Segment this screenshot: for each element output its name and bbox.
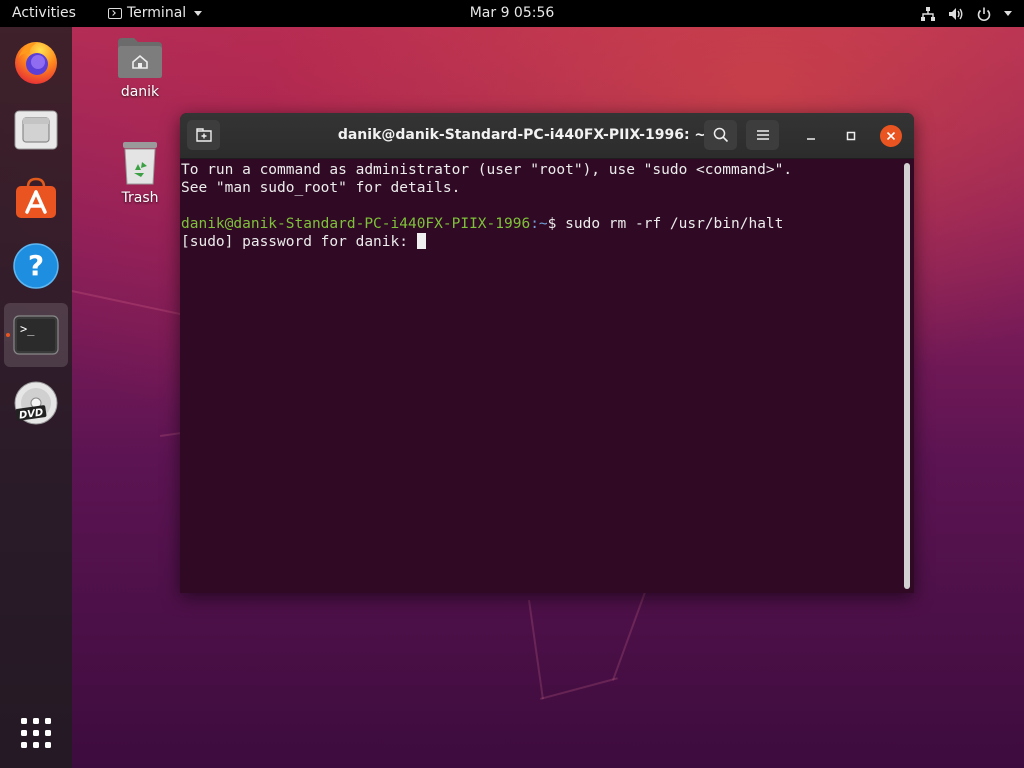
wallpaper-line xyxy=(528,600,544,700)
app-grid-icon xyxy=(21,718,51,748)
command-line: danik@danik-Standard-PC-i440FX-PIIX-1996… xyxy=(181,215,902,233)
minimize-button[interactable] xyxy=(800,125,822,147)
prompt-path: :~ xyxy=(530,216,548,232)
search-icon xyxy=(713,127,728,143)
output-line: To run a command as administrator (user … xyxy=(181,162,793,178)
scrollbar-thumb[interactable] xyxy=(904,163,910,589)
dvd-icon: DVD xyxy=(14,381,58,425)
dock: ? >_ DVD xyxy=(0,27,72,768)
dock-item-files[interactable] xyxy=(4,98,68,162)
running-indicator xyxy=(6,333,10,337)
scrollbar[interactable] xyxy=(903,163,911,589)
password-line: [sudo] password for danik: xyxy=(181,233,902,251)
home-folder-label: danik xyxy=(120,84,160,100)
wallpaper-line xyxy=(540,677,618,700)
text-cursor xyxy=(416,233,426,249)
show-applications-button[interactable] xyxy=(18,715,54,751)
typed-command: sudo rm -rf /usr/bin/halt xyxy=(565,216,784,232)
trash-label: Trash xyxy=(121,190,159,206)
dock-item-ubuntu-software[interactable] xyxy=(4,166,68,230)
volume-icon xyxy=(949,7,963,20)
clock[interactable]: Mar 9 05:56 xyxy=(470,5,555,21)
app-menu[interactable]: Terminal xyxy=(108,0,203,27)
software-store-icon xyxy=(16,177,56,218)
dock-item-firefox[interactable] xyxy=(4,30,68,94)
home-folder-icon xyxy=(118,38,162,78)
activities-button[interactable]: Activities xyxy=(12,0,76,27)
files-icon xyxy=(14,110,58,150)
power-icon xyxy=(977,7,991,21)
close-button[interactable] xyxy=(880,125,902,147)
dock-item-help[interactable]: ? xyxy=(4,234,68,298)
prompt-user-host: danik@danik-Standard-PC-i440FX-PIIX-1996 xyxy=(181,216,531,232)
terminal-output[interactable]: To run a command as administrator (user … xyxy=(180,159,902,593)
chevron-down-icon xyxy=(194,11,203,16)
system-tray[interactable] xyxy=(920,0,1012,27)
output-line: See "man sudo_root" for details. xyxy=(181,180,461,196)
maximize-icon xyxy=(846,131,856,141)
chevron-down-icon xyxy=(1004,11,1012,16)
trash-icon xyxy=(123,142,157,185)
terminal-window[interactable]: danik@danik-Standard-PC-i440FX-PIIX-1996… xyxy=(180,113,914,593)
hamburger-menu-button[interactable] xyxy=(746,120,779,150)
top-bar: Activities Terminal Mar 9 05:56 xyxy=(0,0,1024,27)
minimize-icon xyxy=(807,138,815,140)
svg-text:?: ? xyxy=(28,249,44,282)
close-icon xyxy=(886,131,896,141)
prompt-sign: $ xyxy=(547,216,566,232)
firefox-icon xyxy=(15,42,57,84)
search-button[interactable] xyxy=(704,120,737,150)
dock-item-dvd[interactable]: DVD xyxy=(4,371,68,435)
window-titlebar[interactable]: danik@danik-Standard-PC-i440FX-PIIX-1996… xyxy=(180,113,914,159)
hamburger-menu-icon xyxy=(756,130,769,140)
desktop-home-folder[interactable]: danik xyxy=(104,36,176,100)
svg-text:>_: >_ xyxy=(20,322,35,336)
terminal-small-icon xyxy=(108,8,122,19)
desktop-trash[interactable]: Trash xyxy=(104,140,176,206)
maximize-button[interactable] xyxy=(840,125,862,147)
help-icon: ? xyxy=(13,243,59,289)
network-icon xyxy=(921,6,935,21)
password-prompt: [sudo] password for danik: xyxy=(181,234,417,250)
dock-item-terminal[interactable]: >_ xyxy=(4,303,68,367)
app-menu-label: Terminal xyxy=(127,5,187,21)
terminal-icon: >_ xyxy=(13,315,59,355)
